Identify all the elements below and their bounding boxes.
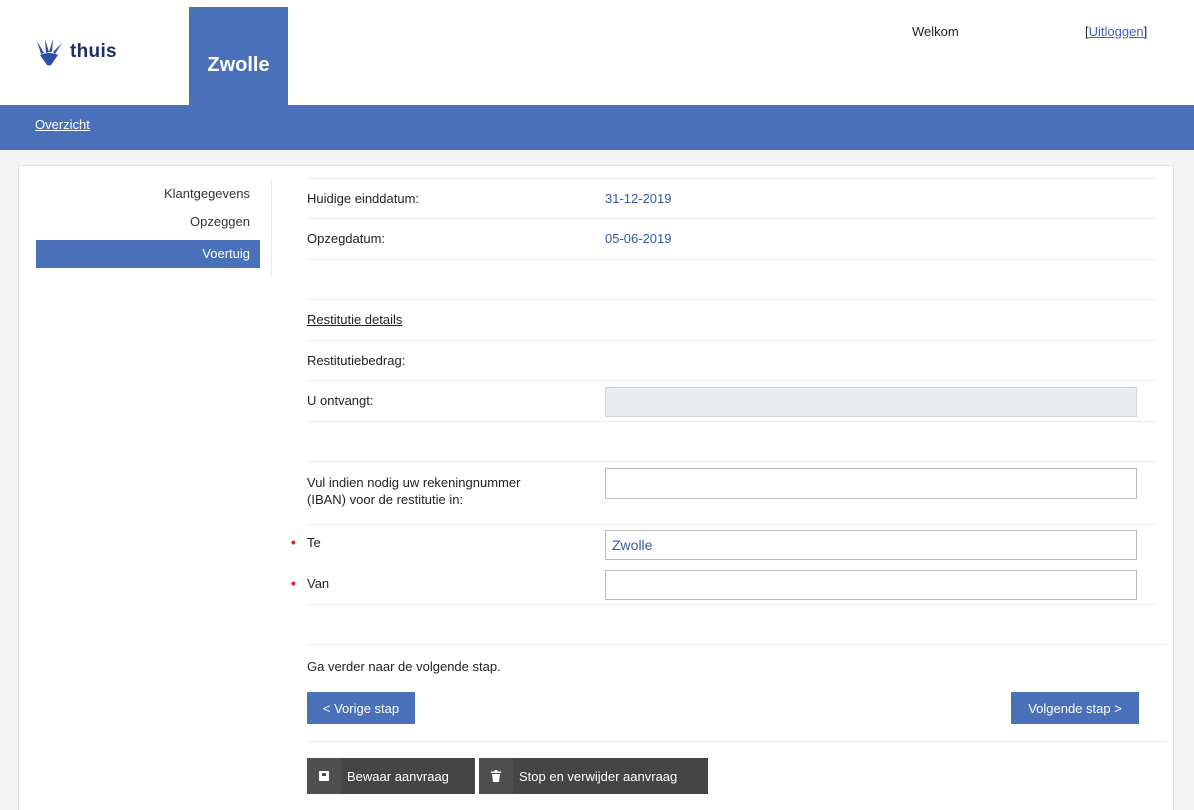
te-label: Te (307, 535, 321, 550)
stop-delete-label: Stop en verwijder aanvraag (519, 768, 678, 784)
main-nav: Overzicht (0, 105, 1194, 150)
city-label: Zwolle (207, 54, 270, 76)
row-empty (307, 260, 1155, 299)
row-navigation: Ga verder naar de volgende stap. < Vorig… (307, 645, 1155, 741)
row-actions: Bewaar aanvraag Stop en verwijder aanvra… (307, 742, 1155, 802)
welcome-text: Welkom (912, 24, 959, 39)
cancel-date-label: Opzegdatum: (307, 231, 386, 246)
required-marker: • (291, 534, 296, 550)
row-iban: Vul indien nodig uw rekeningnummer (IBAN)… (307, 462, 1155, 524)
side-nav: Klantgegevens Opzeggen Voertuig (36, 180, 260, 268)
main-panel: Klantgegevens Opzeggen Voertuig Huidige … (18, 165, 1174, 810)
cancel-date-value: 05-06-2019 (605, 231, 672, 246)
form-content: Huidige einddatum: 31-12-2019 Opzegdatum… (291, 178, 1167, 802)
city-tab: Zwolle (189, 7, 288, 105)
logo[interactable]: thuis (34, 38, 117, 66)
receive-label: U ontvangt: (307, 393, 374, 408)
sidebar-divider (271, 180, 272, 276)
sidebar-item-opzeggen[interactable]: Opzeggen (36, 208, 260, 236)
row-end-date: Huidige einddatum: 31-12-2019 (307, 179, 1155, 218)
logo-text: thuis (70, 41, 117, 62)
end-date-value: 31-12-2019 (605, 191, 672, 206)
stop-delete-button[interactable]: Stop en verwijder aanvraag (479, 758, 708, 794)
next-step-button[interactable]: Volgende stap > (1011, 692, 1139, 724)
row-empty-2 (307, 422, 1155, 461)
required-marker: • (291, 575, 296, 591)
sidebar-item-klantgegevens[interactable]: Klantgegevens (36, 180, 260, 208)
refund-section-title[interactable]: Restitutie details (307, 312, 402, 327)
van-input[interactable] (605, 570, 1137, 600)
te-input[interactable] (605, 530, 1137, 560)
van-label: Van (307, 576, 330, 591)
logout-area: [Uitloggen] (1085, 24, 1148, 39)
prev-step-button[interactable]: < Vorige stap (307, 692, 415, 724)
iban-label: Vul indien nodig uw rekeningnummer (IBAN)… (307, 475, 521, 507)
row-empty-3 (307, 605, 1155, 644)
save-icon (307, 758, 341, 794)
top-header: thuis Zwolle Welkom [Uitloggen] (0, 0, 1194, 105)
hand-logo-icon (37, 39, 62, 66)
row-refund-amount: Restitutiebedrag: (307, 341, 1155, 380)
row-van: • Van (291, 566, 1155, 604)
sidebar-item-voertuig[interactable]: Voertuig (36, 240, 260, 268)
save-request-button[interactable]: Bewaar aanvraag (307, 758, 475, 794)
row-receive: U ontvangt: (307, 381, 1155, 421)
logout-link[interactable]: Uitloggen (1089, 24, 1144, 39)
receive-field (605, 387, 1137, 417)
iban-input[interactable] (605, 468, 1137, 499)
row-cancel-date: Opzegdatum: 05-06-2019 (307, 219, 1155, 259)
end-date-label: Huidige einddatum: (307, 191, 420, 206)
continue-text: Ga verder naar de volgende stap. (307, 659, 501, 674)
trash-icon (479, 758, 513, 794)
refund-amount-label: Restitutiebedrag: (307, 353, 406, 368)
save-request-label: Bewaar aanvraag (347, 768, 449, 784)
row-refund-section: Restitutie details (307, 300, 1155, 340)
nav-overview-link[interactable]: Overzicht (35, 117, 90, 132)
row-te: • Te (291, 525, 1155, 566)
